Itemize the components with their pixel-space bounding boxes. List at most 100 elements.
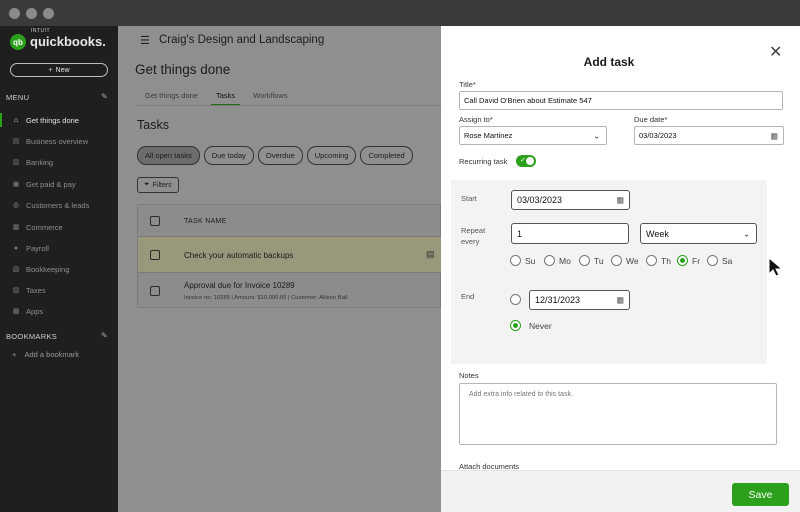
sidebar-item-get-things-done[interactable]: ⌂ Get things done (0, 111, 118, 129)
row-checkbox[interactable] (150, 250, 160, 260)
recurring-task-toggle[interactable]: ✓ (516, 155, 536, 167)
sidebar: qb INTUIT quickbooks. + New MENU ✎ ⌂ Get… (0, 26, 118, 512)
close-icon[interactable]: ✕ (769, 45, 782, 61)
apps-icon: ▩ (12, 308, 20, 315)
chip-upcoming[interactable]: Upcoming (306, 146, 357, 165)
day-tu-radio[interactable]: Tu (579, 255, 604, 266)
day-sa-radio[interactable]: Sa (707, 255, 732, 266)
ledger-icon: ▧ (12, 266, 20, 273)
end-never-radio[interactable]: Never (510, 320, 552, 331)
logo-intuit: INTUIT (31, 28, 51, 34)
window-titlebar (0, 0, 800, 26)
select-all-checkbox[interactable] (150, 216, 160, 226)
calendar-icon[interactable]: ▦ (616, 296, 624, 305)
due-date-input[interactable]: 03/03/2023 ▦ (634, 126, 784, 145)
new-button[interactable]: + New (10, 63, 108, 77)
sidebar-item-taxes[interactable]: ▨ Taxes (0, 281, 118, 299)
calendar-icon[interactable]: ▦ (616, 196, 624, 205)
chart-icon: ▤ (12, 138, 20, 145)
person-icon: ● (13, 244, 19, 252)
due-date-label: Due date* (634, 115, 668, 124)
edit-bookmarks-pencil-icon[interactable]: ✎ (101, 331, 108, 340)
tab-tasks[interactable]: Tasks (207, 88, 244, 106)
day-su-radio[interactable]: Su (510, 255, 535, 266)
radio-circle (579, 255, 590, 266)
task-subtitle: Invoice no: 10289 | Amount: $10,000.00 |… (184, 295, 348, 301)
sidebar-item-payroll[interactable]: ● Payroll (0, 239, 118, 257)
tab-workflows[interactable]: Workflows (244, 88, 296, 106)
table-row[interactable]: Approval due for Invoice 10289 Invoice n… (138, 273, 441, 309)
quickbooks-logo[interactable]: qb INTUIT quickbooks. (10, 28, 106, 51)
notes-label: Notes (459, 371, 479, 380)
repeat-every-label: Repeat every (461, 226, 486, 246)
radio-circle (510, 255, 521, 266)
chip-overdue[interactable]: Overdue (257, 146, 303, 165)
sidebar-item-bookkeeping[interactable]: ▧ Bookkeeping (0, 260, 118, 278)
row-checkbox[interactable] (150, 286, 160, 296)
sidebar-item-business-overview[interactable]: ▤ Business overview (0, 132, 118, 150)
sidebar-item-customers-leads[interactable]: ◍ Customers & leads (0, 196, 118, 214)
note-icon[interactable]: ▤ (426, 249, 435, 260)
window-minimize-dot[interactable] (26, 8, 37, 19)
cash-icon: ▣ (12, 181, 20, 188)
main-content-overlay[interactable]: ☰ Craig's Design and Landscaping Get thi… (118, 26, 441, 512)
title-label: Title* (459, 80, 476, 89)
table-row[interactable]: Check your automatic backups ▤ (138, 237, 441, 273)
end-date-input[interactable]: 12/31/2023 ▦ (529, 290, 630, 310)
hamburger-menu-icon[interactable]: ☰ (140, 34, 150, 47)
day-we-radio[interactable]: We (611, 255, 639, 266)
day-fr-radio[interactable]: Fr (677, 255, 700, 266)
tab-get-things-done[interactable]: Get things done (135, 88, 207, 106)
drawer-footer: Save (441, 470, 800, 512)
end-on-date-radio[interactable] (510, 294, 521, 305)
repeat-unit-select[interactable]: Week ⌄ (640, 223, 757, 244)
chip-completed[interactable]: Completed (360, 146, 413, 165)
mouse-pointer-icon (768, 256, 784, 277)
sidebar-item-get-paid-pay[interactable]: ▣ Get paid & pay (0, 175, 118, 193)
window-zoom-dot[interactable] (43, 8, 54, 19)
add-task-drawer: Add task ✕ Title* Call David O'Brien abo… (441, 26, 800, 512)
title-input[interactable]: Call David O'Brien about Estimate 547 (459, 91, 783, 110)
notes-textarea[interactable]: Add extra info related to this task. (459, 383, 777, 445)
radio-circle (707, 255, 718, 266)
tasks-table: TASK NAME Check your automatic backups ▤… (137, 204, 441, 308)
day-mo-radio[interactable]: Mo (544, 255, 571, 266)
save-button[interactable]: Save (732, 483, 789, 506)
calendar-icon[interactable]: ▦ (770, 131, 778, 140)
tasks-heading: Tasks (137, 118, 169, 132)
sidebar-item-banking[interactable]: ▥ Banking (0, 153, 118, 171)
task-title: Check your automatic backups (184, 251, 294, 260)
chip-due-today[interactable]: Due today (203, 146, 254, 165)
edit-menu-pencil-icon[interactable]: ✎ (101, 92, 108, 101)
sidebar-item-apps[interactable]: ▩ Apps (0, 302, 118, 320)
end-label: End (461, 292, 475, 301)
bank-icon: ▥ (12, 159, 20, 166)
radio-circle-selected (677, 255, 688, 266)
column-header-task-name: TASK NAME (184, 218, 227, 225)
start-label: Start (461, 194, 477, 203)
start-date-input[interactable]: 03/03/2023 ▦ (511, 190, 630, 210)
page-title: Get things done (135, 62, 231, 77)
assign-to-select[interactable]: Rose Martinez ⌄ (459, 126, 607, 145)
plus-icon: + (12, 350, 17, 359)
page-tabs: Get things done Tasks Workflows (135, 88, 297, 106)
logo-wordmark: quickbooks. (30, 34, 106, 49)
tax-icon: ▨ (12, 287, 20, 294)
people-icon: ◍ (12, 202, 20, 209)
radio-circle-selected (510, 320, 521, 331)
window-close-dot[interactable] (9, 8, 20, 19)
cart-icon: ▦ (12, 224, 20, 231)
check-icon: ✓ (520, 157, 526, 164)
plus-icon: + (48, 66, 53, 74)
chevron-down-icon: ⌄ (593, 131, 600, 140)
add-bookmark-link[interactable]: + Add a bookmark (12, 350, 79, 359)
chip-all-open-tasks[interactable]: All open tasks (137, 146, 200, 165)
radio-circle (544, 255, 555, 266)
task-filter-chips: All open tasks Due today Overdue Upcomin… (137, 146, 413, 165)
sidebar-item-commerce[interactable]: ▦ Commerce (0, 218, 118, 236)
day-th-radio[interactable]: Th (646, 255, 671, 266)
menu-heading: MENU (6, 93, 30, 102)
repeat-interval-input[interactable]: 1 (511, 223, 629, 244)
task-title: Approval due for Invoice 10289 (184, 281, 295, 290)
filters-button[interactable]: ⏷ Filters (137, 177, 179, 193)
